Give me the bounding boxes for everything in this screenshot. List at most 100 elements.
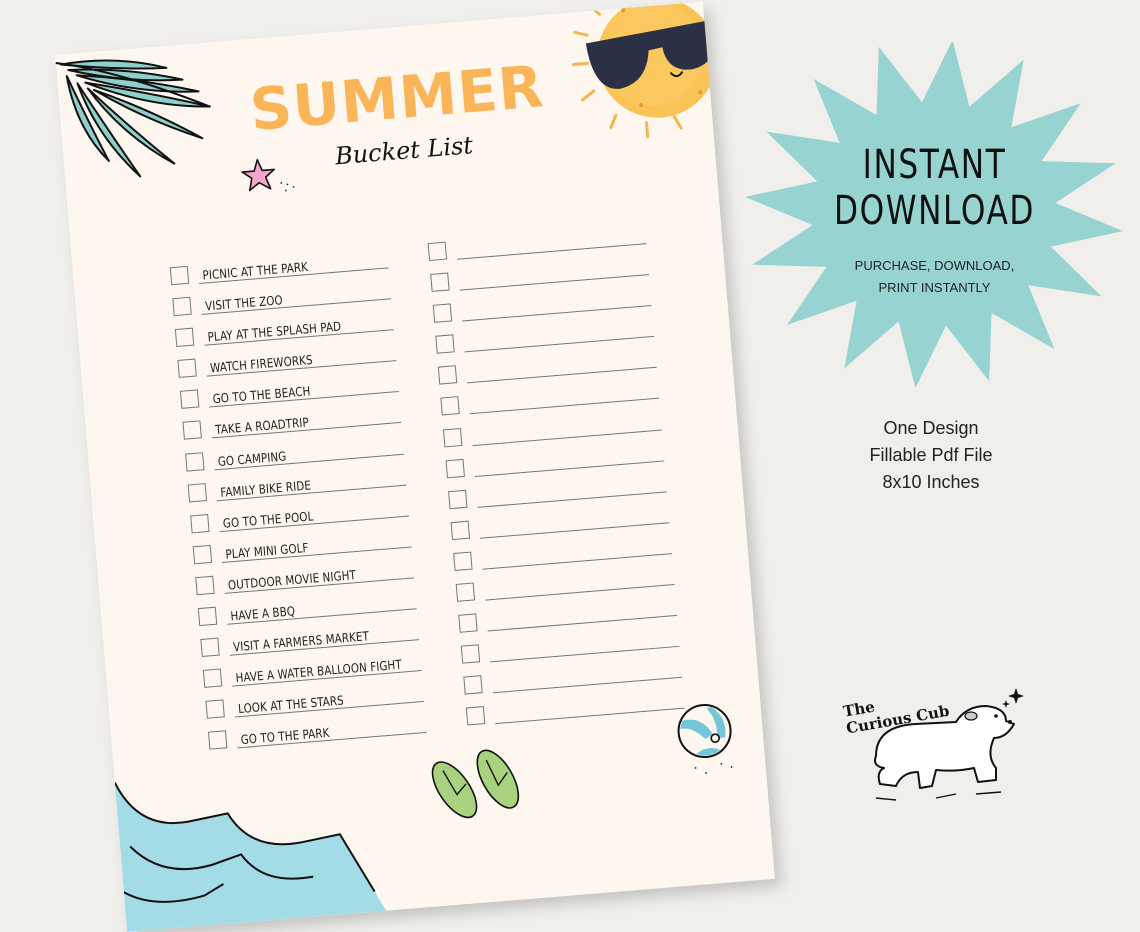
item-label: OUTDOOR MOVIE NIGHT xyxy=(227,567,357,593)
write-line[interactable] xyxy=(490,646,680,663)
info-line: One Design xyxy=(883,418,979,438)
checkbox[interactable] xyxy=(445,458,465,478)
list-item: HAVE A WATER BALLOON FIGHT xyxy=(202,657,422,701)
blank-list-item xyxy=(453,551,672,584)
write-line[interactable] xyxy=(474,460,665,477)
list-item: FAMILY BIKE RIDE xyxy=(187,477,407,515)
write-line[interactable] xyxy=(472,429,662,446)
checkbox[interactable] xyxy=(430,272,450,293)
write-line[interactable] xyxy=(495,708,685,725)
write-line[interactable] xyxy=(462,305,652,322)
beach-ball-icon xyxy=(677,704,733,774)
checkbox[interactable] xyxy=(442,427,463,447)
palm-leaf-icon xyxy=(55,59,211,178)
write-line[interactable] xyxy=(492,677,683,694)
list-item: HAVE A BBQ xyxy=(197,603,417,639)
write-line[interactable] xyxy=(469,398,660,415)
checkbox[interactable] xyxy=(187,482,208,503)
blank-list-item xyxy=(458,613,678,646)
checkbox[interactable] xyxy=(195,575,215,596)
checkbox[interactable] xyxy=(465,706,486,726)
item-label: VISIT A FARMERS MARKET xyxy=(232,628,370,655)
write-line[interactable] xyxy=(459,274,650,291)
checkbox[interactable] xyxy=(463,675,483,695)
checkbox[interactable] xyxy=(440,396,460,416)
product-info: One Design Fillable Pdf File 8x10 Inches xyxy=(826,415,1036,496)
checkbox[interactable] xyxy=(192,544,213,565)
checkbox[interactable] xyxy=(437,365,458,385)
checkbox[interactable] xyxy=(169,265,190,286)
bucket-list-sheet: SUMMER Bucket List PICNIC AT THE PARK VI… xyxy=(55,1,775,932)
checkbox[interactable] xyxy=(172,296,192,317)
list-item: PLAY MINI GOLF xyxy=(192,540,412,577)
item-label: HAVE A WATER BALLOON FIGHT xyxy=(235,656,403,686)
list-item: LOOK AT THE STARS xyxy=(205,693,425,732)
badge-line-1: INSTANT xyxy=(862,142,1007,188)
blank-list-item xyxy=(448,489,667,522)
info-line: 8x10 Inches xyxy=(882,472,980,492)
flip-flops-icon xyxy=(431,749,520,819)
write-line[interactable] xyxy=(487,615,678,632)
list-item: VISIT A FARMERS MARKET xyxy=(200,628,420,670)
checkbox[interactable] xyxy=(197,606,218,627)
list-item: GO TO THE POOL xyxy=(190,508,409,546)
badge-subtext: PURCHASE, DOWNLOAD, PRINT INSTANTLY xyxy=(742,255,1127,299)
checkbox[interactable] xyxy=(200,637,220,658)
info-line: Fillable Pdf File xyxy=(869,445,993,465)
blank-list-item xyxy=(437,365,657,398)
blank-list-item xyxy=(427,241,647,274)
list-item: PLAY AT THE SPLASH PAD xyxy=(174,319,394,360)
write-line[interactable] xyxy=(464,336,655,353)
checkbox[interactable] xyxy=(179,389,200,410)
blank-list-item xyxy=(430,272,650,305)
blank-list-item xyxy=(450,520,670,553)
checkbox[interactable] xyxy=(205,699,225,720)
list-item: TAKE A ROADTRIP xyxy=(182,415,402,453)
blank-list-item xyxy=(435,334,655,367)
list-item: GO CAMPING xyxy=(185,448,404,484)
instant-download-badge: INSTANT DOWNLOAD PURCHASE, DOWNLOAD, PRI… xyxy=(742,42,1127,387)
checkbox[interactable] xyxy=(432,303,453,324)
write-line[interactable] xyxy=(485,584,675,601)
checkbox[interactable] xyxy=(177,358,197,379)
checkbox[interactable] xyxy=(453,551,473,571)
blank-list-item xyxy=(455,582,675,615)
checkbox[interactable] xyxy=(190,513,210,534)
blank-list-item xyxy=(440,396,660,429)
sheet-title: SUMMER xyxy=(247,52,547,145)
checkbox[interactable] xyxy=(460,644,481,664)
badge-heading: INSTANT DOWNLOAD xyxy=(784,142,1084,234)
ocean-waves-icon xyxy=(113,782,387,932)
item-label: PLAY AT THE SPLASH PAD xyxy=(207,318,342,345)
checkbox[interactable] xyxy=(202,668,223,689)
checkbox[interactable] xyxy=(455,582,476,602)
blank-list-item xyxy=(442,427,662,460)
write-line[interactable] xyxy=(482,553,672,570)
blank-list-item xyxy=(445,458,665,491)
blank-list-item xyxy=(460,644,680,677)
write-line[interactable] xyxy=(477,491,667,508)
checkbox[interactable] xyxy=(174,327,195,348)
checkbox[interactable] xyxy=(435,334,455,355)
checkbox[interactable] xyxy=(182,420,202,441)
checkbox[interactable] xyxy=(450,520,471,540)
blank-list-item xyxy=(463,675,683,708)
item-label: GO CAMPING xyxy=(217,447,287,469)
checkbox[interactable] xyxy=(448,489,468,509)
blank-list-item xyxy=(465,706,685,739)
write-line[interactable] xyxy=(467,367,657,384)
checkbox[interactable] xyxy=(185,451,205,472)
checklist-left: PICNIC AT THE PARK VISIT THE ZOO PLAY AT… xyxy=(169,259,427,763)
starfish-icon xyxy=(241,158,295,192)
write-line[interactable] xyxy=(479,522,670,539)
checkbox[interactable] xyxy=(458,613,478,633)
item-label: HAVE A BBQ xyxy=(229,603,296,624)
sheet-subtitle: Bucket List xyxy=(334,131,474,171)
checkbox[interactable] xyxy=(427,241,448,262)
list-item: PICNIC AT THE PARK xyxy=(169,259,389,298)
write-line[interactable] xyxy=(457,243,647,260)
list-item: VISIT THE ZOO xyxy=(172,292,392,329)
checklist-right-blank xyxy=(427,241,685,739)
sun-with-sunglasses-icon xyxy=(572,1,725,139)
badge-line-2: DOWNLOAD xyxy=(834,188,1035,234)
